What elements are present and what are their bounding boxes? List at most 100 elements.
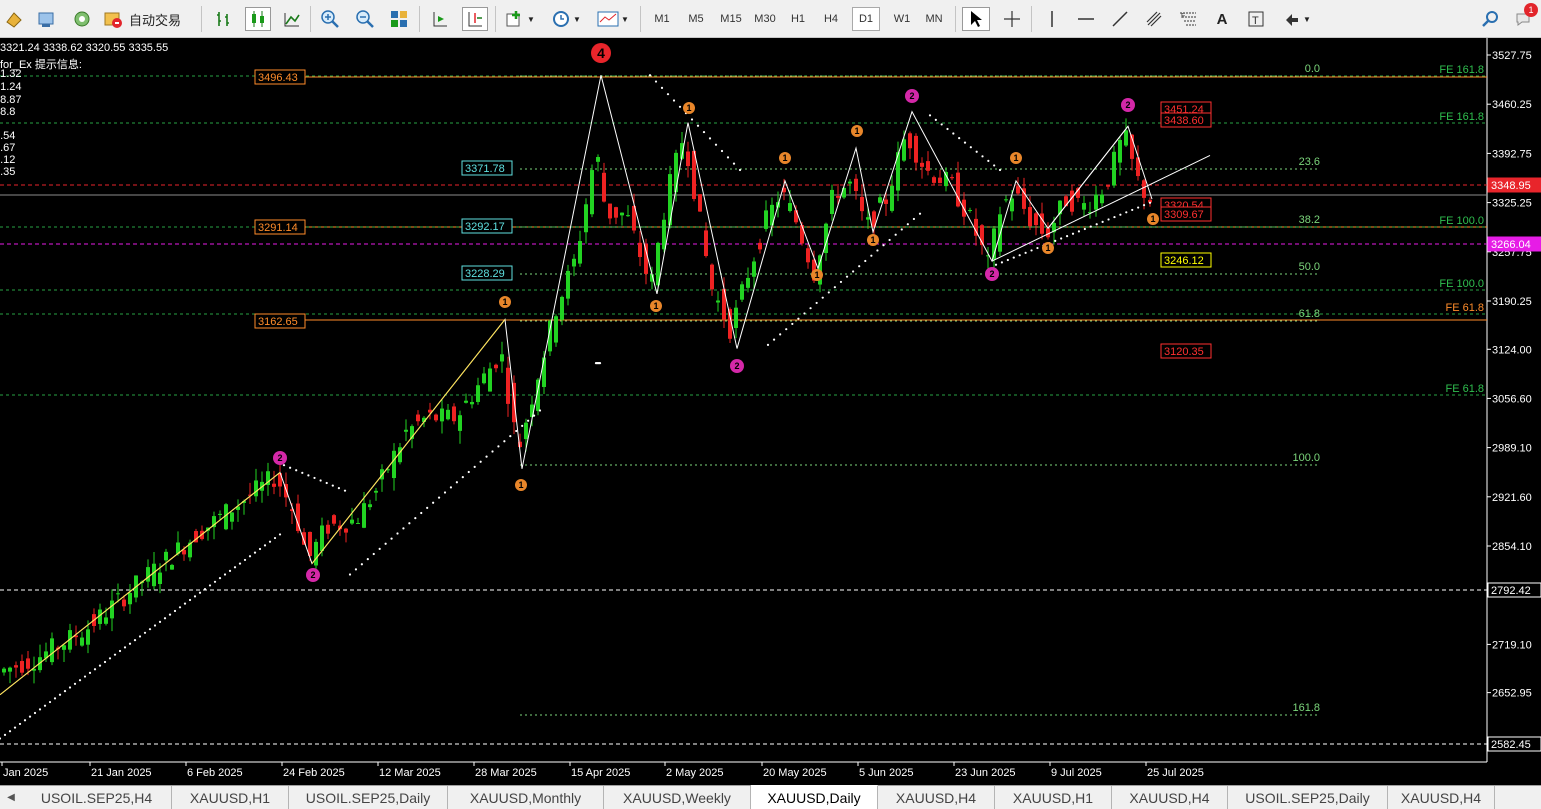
periods-button[interactable]: ▼ bbox=[548, 7, 584, 31]
text-icon[interactable]: A bbox=[1210, 7, 1234, 31]
vertical-line-icon[interactable] bbox=[1040, 7, 1064, 31]
price-axis-label: 3056.60 bbox=[1492, 393, 1532, 405]
timeframe-m1[interactable]: M1 bbox=[650, 7, 674, 31]
chart-tab[interactable]: XAUUSD,H4 bbox=[1388, 786, 1495, 809]
candle-body bbox=[614, 207, 618, 218]
indicators-button[interactable]: ▼ bbox=[502, 7, 538, 31]
toolbar-separator bbox=[495, 6, 496, 32]
horizontal-line-icon[interactable] bbox=[1074, 7, 1098, 31]
sar-dot bbox=[696, 124, 700, 127]
chart-background bbox=[0, 38, 1541, 785]
new-order-icon[interactable] bbox=[2, 7, 26, 31]
chart-tab[interactable]: USOIL.SEP25,Daily bbox=[1228, 786, 1388, 809]
templates-button[interactable]: ▼ bbox=[594, 7, 632, 31]
timeframe-m15[interactable]: M15 bbox=[716, 7, 746, 31]
candle-body bbox=[752, 261, 756, 277]
sar-dot bbox=[1077, 230, 1081, 233]
candle-body bbox=[1004, 199, 1008, 201]
price-axis-label: 3124.00 bbox=[1492, 344, 1532, 356]
wave-label-2: 2 bbox=[310, 570, 315, 580]
candlestick-chart-icon[interactable] bbox=[245, 7, 271, 31]
date-axis-label: 24 Feb 2025 bbox=[283, 767, 345, 779]
arrow-icon bbox=[1286, 14, 1299, 26]
sar-dot bbox=[648, 74, 652, 77]
market-watch-icon[interactable] bbox=[34, 7, 58, 31]
sar-dot bbox=[360, 563, 363, 566]
chart-tab[interactable]: XAUUSD,H4 bbox=[1112, 786, 1228, 809]
date-axis-label: 25 Jul 2025 bbox=[1147, 767, 1204, 779]
chart-shift-icon[interactable] bbox=[462, 7, 488, 31]
timeframe-m5[interactable]: M5 bbox=[683, 7, 709, 31]
zoom-out-icon[interactable] bbox=[353, 7, 377, 31]
timeframe-d1[interactable]: D1 bbox=[852, 7, 880, 31]
candle-body bbox=[170, 564, 174, 570]
text-label-icon[interactable]: T bbox=[1244, 7, 1268, 31]
search-icon[interactable] bbox=[1478, 7, 1502, 31]
toolbar-separator bbox=[640, 6, 641, 32]
chart-tab[interactable]: XAUUSD,Weekly bbox=[604, 786, 751, 809]
cursor-icon[interactable] bbox=[962, 7, 990, 31]
sar-dot bbox=[178, 606, 182, 609]
chart-tab[interactable]: USOIL.SEP25,H4 bbox=[22, 786, 172, 809]
candle-body bbox=[122, 599, 126, 607]
sar-dot bbox=[289, 466, 292, 469]
timeframe-w1[interactable]: W1 bbox=[889, 7, 915, 31]
sar-dot bbox=[408, 522, 411, 525]
autotrade-button[interactable]: 自动交易 bbox=[103, 7, 195, 31]
sar-dot bbox=[702, 130, 706, 134]
tabs-scroll-left-icon[interactable]: ◀ bbox=[0, 786, 22, 809]
data-window-icon[interactable] bbox=[70, 7, 94, 31]
wave-label-1: 1 bbox=[1150, 214, 1155, 224]
crosshair-icon[interactable] bbox=[1000, 7, 1024, 31]
sar-dot bbox=[93, 668, 97, 671]
price-chart[interactable]: 3527.753460.253392.753325.253257.753190.… bbox=[0, 38, 1541, 785]
autoscroll-icon[interactable] bbox=[428, 7, 452, 31]
candle-body bbox=[806, 248, 810, 263]
chart-tab[interactable]: XAUUSD,H1 bbox=[995, 786, 1112, 809]
bar-chart-icon[interactable] bbox=[212, 7, 236, 31]
candle-body bbox=[344, 528, 348, 533]
fib-retracement-label: 161.8 bbox=[1292, 702, 1320, 714]
line-chart-icon[interactable] bbox=[280, 7, 304, 31]
clock-icon bbox=[553, 11, 570, 27]
candle-body bbox=[332, 515, 336, 524]
sar-dot bbox=[173, 609, 177, 613]
timeframe-h4[interactable]: H4 bbox=[819, 7, 843, 31]
chart-tab[interactable]: XAUUSD,Daily bbox=[751, 785, 878, 809]
candle-body bbox=[1094, 194, 1098, 210]
notifications-button[interactable]: 1 bbox=[1512, 3, 1538, 31]
tile-windows-icon[interactable] bbox=[387, 7, 411, 31]
equidistant-channel-icon[interactable] bbox=[1142, 7, 1166, 31]
candle-body bbox=[350, 519, 354, 524]
sar-dot bbox=[918, 212, 922, 215]
candle-body bbox=[800, 225, 804, 244]
candle-body bbox=[854, 178, 858, 191]
chart-tab[interactable]: XAUUSD,Monthly bbox=[448, 786, 604, 809]
timeframe-mn[interactable]: MN bbox=[921, 7, 947, 31]
sar-dot bbox=[295, 469, 298, 472]
sar-dot bbox=[53, 697, 57, 700]
chart-tabs: ◀ USOIL.SEP25,H4 XAUUSD,H1 USOIL.SEP25,Dail… bbox=[0, 785, 1541, 809]
chart-tab[interactable]: XAUUSD,H4 bbox=[878, 786, 995, 809]
trendline-icon[interactable] bbox=[1108, 7, 1132, 31]
sar-dot bbox=[118, 649, 122, 653]
candle-body bbox=[440, 408, 444, 422]
fibonacci-icon[interactable]: F bbox=[1176, 7, 1200, 31]
timeframe-m30[interactable]: M30 bbox=[750, 7, 780, 31]
sar-dot bbox=[815, 301, 818, 305]
sar-dot bbox=[372, 552, 375, 556]
fib-expansion-label: FE 161.8 bbox=[1439, 111, 1484, 123]
chart-area[interactable]: 3527.75 3460.25 3392.75 3325.25 3257.75 3190.… bbox=[0, 38, 1541, 785]
zoom-in-icon[interactable] bbox=[318, 7, 342, 31]
autotrade-icon bbox=[104, 12, 122, 28]
sar-dot bbox=[981, 155, 984, 158]
chart-tab[interactable]: USOIL.SEP25,Daily bbox=[289, 786, 448, 809]
candle-body bbox=[8, 667, 12, 672]
chart-tab[interactable]: XAUUSD,H1 bbox=[172, 786, 289, 809]
timeframe-h1[interactable]: H1 bbox=[786, 7, 810, 31]
sar-dot bbox=[497, 445, 500, 448]
arrows-button[interactable]: ▼ bbox=[1280, 7, 1314, 31]
candle-body bbox=[746, 277, 750, 288]
date-axis-label: 6 Feb 2025 bbox=[187, 767, 243, 779]
candle-body bbox=[890, 185, 894, 211]
